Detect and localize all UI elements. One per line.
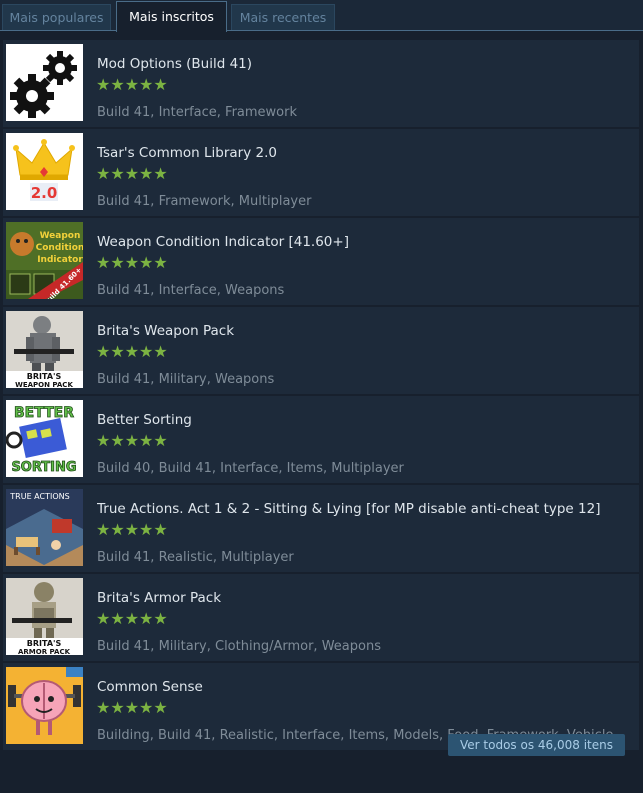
svg-text:ARMOR PACK: ARMOR PACK [18,648,71,655]
list-item[interactable]: BRITA'S ARMOR PACK Brita's Armor Pack ★★… [3,574,639,661]
gears-icon [6,44,83,121]
item-tags: Build 41, Framework, Multiplayer [97,194,312,209]
item-title[interactable]: Better Sorting [97,412,631,428]
rating-stars: ★★★★★ [96,75,168,94]
rating-stars: ★★★★★ [96,520,168,539]
view-all-button[interactable]: Ver todos os 46,008 itens [448,734,625,756]
list-item[interactable]: Mod Options (Build 41) ★★★★★ Build 41, I… [3,40,639,127]
rating-stars: ★★★★★ [96,431,168,450]
item-title[interactable]: Brita's Weapon Pack [97,323,631,339]
svg-text:SORTING: SORTING [11,460,76,475]
item-title[interactable]: Weapon Condition Indicator [41.60+] [97,234,631,250]
rating-stars: ★★★★★ [96,698,168,717]
rating-stars: ★★★★★ [96,609,168,628]
rating-stars: ★★★★★ [96,342,168,361]
item-tags: Build 40, Build 41, Interface, Items, Mu… [97,461,404,476]
tab-most-popular[interactable]: Mais populares [2,4,111,30]
item-tags: Build 41, Interface, Framework [97,105,298,120]
svg-text:2.0: 2.0 [31,184,58,202]
list-item[interactable]: Weapon Condition Indicator Build 41.60+ … [3,218,639,305]
svg-text:Condition: Condition [36,243,83,253]
armor-thumb: BRITA'S ARMOR PACK [6,578,83,655]
rating-stars: ★★★★★ [96,253,168,272]
item-tags: Build 41, Interface, Weapons [97,283,285,298]
svg-text:Indicator: Indicator [37,255,83,265]
svg-text:TRUE ACTIONS: TRUE ACTIONS [9,492,69,501]
svg-text:BRITA'S: BRITA'S [27,639,62,648]
list-item[interactable]: BRITA'S WEAPON PACK Brita's Weapon Pack … [3,307,639,394]
tab-most-recent[interactable]: Mais recentes [231,4,335,30]
svg-text:Weapon: Weapon [40,231,81,241]
item-tags: Build 41, Realistic, Multiplayer [97,550,294,565]
rating-stars: ★★★★★ [96,164,168,183]
sorting-thumb: BETTER SORTING [6,400,83,477]
list-item[interactable]: TRUE ACTIONS True Actions. Act 1 & 2 - S… [3,485,639,572]
list-item[interactable]: 2.0 Tsar's Common Library 2.0 ★★★★★ Buil… [3,129,639,216]
room-thumb: TRUE ACTIONS [6,489,83,566]
list-item[interactable]: BETTER SORTING Better Sorting ★★★★★ Buil… [3,396,639,483]
workshop-list-panel: Mod Options (Build 41) ★★★★★ Build 41, I… [0,30,643,793]
soldier-thumb: BRITA'S WEAPON PACK [6,311,83,388]
item-title[interactable]: Tsar's Common Library 2.0 [97,145,631,161]
item-title[interactable]: Mod Options (Build 41) [97,56,631,72]
item-tags: Build 41, Military, Weapons [97,372,275,387]
item-title[interactable]: Common Sense [97,679,631,695]
item-tags: Build 41, Military, Clothing/Armor, Weap… [97,639,381,654]
tab-bar: Mais populares Mais inscritos Mais recen… [0,0,643,32]
item-title[interactable]: True Actions. Act 1 & 2 - Sitting & Lyin… [97,501,631,517]
item-title[interactable]: Brita's Armor Pack [97,590,631,606]
item-list: Mod Options (Build 41) ★★★★★ Build 41, I… [3,40,639,752]
brain-icon [6,667,83,744]
svg-text:BETTER: BETTER [14,405,74,421]
crown-icon: 2.0 [6,133,83,210]
svg-text:WEAPON PACK: WEAPON PACK [15,381,73,388]
weapon-condition-thumb: Weapon Condition Indicator Build 41.60+ [6,222,83,299]
svg-text:BRITA'S: BRITA'S [27,372,62,381]
tab-most-subscribed[interactable]: Mais inscritos [116,1,227,32]
